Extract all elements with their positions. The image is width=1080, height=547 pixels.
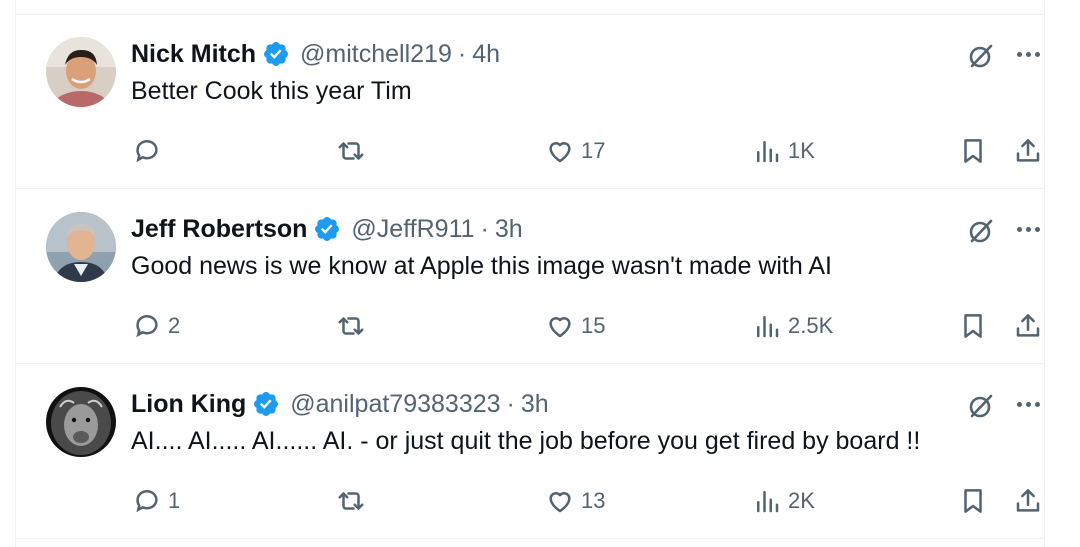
retweet-button[interactable] (336, 483, 366, 519)
like-button[interactable]: 17 (545, 133, 605, 169)
share-icon (1016, 314, 1040, 337)
grok-icon[interactable] (966, 216, 996, 246)
timestamp[interactable]: 3h (495, 215, 523, 244)
separator: · (457, 39, 467, 68)
timestamp[interactable]: 3h (521, 390, 549, 419)
reply-icon (136, 139, 158, 163)
author-name[interactable]: Lion King (131, 390, 246, 419)
grok-icon[interactable] (966, 391, 996, 421)
retweet-icon (338, 142, 364, 160)
view-count: 1K (788, 138, 815, 163)
like-icon (549, 317, 571, 338)
grok-icon[interactable] (966, 41, 996, 71)
more-icon[interactable] (1013, 389, 1043, 419)
share-button[interactable] (1013, 483, 1043, 519)
author-handle[interactable]: @anilpat79383323 (290, 390, 500, 419)
avatar[interactable] (46, 212, 116, 282)
bookmark-icon (964, 314, 982, 338)
views-icon (757, 316, 779, 338)
tweet-text: Better Cook this year Tim (131, 77, 412, 105)
like-button[interactable]: 13 (545, 483, 605, 519)
verified-badge-icon (315, 217, 340, 241)
like-icon (549, 142, 571, 163)
bookmark-button[interactable] (958, 308, 988, 344)
separator: · (506, 389, 515, 418)
retweet-icon (338, 317, 364, 335)
share-icon (1016, 139, 1040, 162)
view-count: 2.5K (788, 313, 834, 338)
share-button[interactable] (1013, 308, 1043, 344)
tweet[interactable]: Nick Mitch @mitchell219 · 4h Better Cook… (16, 15, 1044, 189)
more-icon[interactable] (1013, 214, 1043, 244)
bookmark-button[interactable] (958, 483, 988, 519)
bookmark-button[interactable] (958, 133, 988, 169)
verified-badge-icon (264, 42, 288, 66)
retweet-button[interactable] (336, 133, 366, 169)
tweet-actions: 1 13 2K (16, 483, 1044, 519)
tweet[interactable]: Jeff Robertson @JeffR911 · 3h Good news … (16, 190, 1044, 364)
view-count: 2K (788, 488, 815, 513)
author-handle[interactable]: @mitchell219 (300, 40, 452, 69)
reply-button[interactable]: 1 (132, 483, 180, 519)
like-count: 13 (581, 488, 606, 513)
like-count: 15 (581, 313, 606, 338)
author-name[interactable]: Nick Mitch (131, 40, 256, 69)
verified-badge-icon (254, 392, 279, 416)
reply-button[interactable]: 2 (132, 308, 180, 344)
views-button[interactable]: 2.5K (752, 308, 833, 344)
reply-icon (136, 489, 158, 513)
views-button[interactable]: 2K (752, 483, 815, 519)
author-name[interactable]: Jeff Robertson (131, 215, 307, 244)
tweet-actions: 17 1K (16, 133, 1044, 169)
author-handle[interactable]: @JeffR911 (351, 215, 474, 244)
retweet-button[interactable] (336, 308, 366, 344)
avatar[interactable] (46, 387, 116, 457)
views-icon (757, 491, 779, 513)
tweet-header: Nick Mitch @mitchell219 · 4h (131, 37, 500, 71)
tweet-text: AI.... AI..... AI...... AI. - or just qu… (131, 427, 921, 455)
tweet-feed: Nick Mitch @mitchell219 · 4h Better Cook… (15, 0, 1045, 547)
views-icon (757, 141, 779, 163)
tweet-header: Lion King @anilpat79383323 · 3h (131, 387, 549, 421)
timestamp[interactable]: 4h (472, 40, 500, 69)
reply-count: 2 (168, 313, 181, 338)
like-icon (549, 492, 571, 513)
retweet-icon (338, 492, 364, 510)
reply-count: 1 (168, 488, 181, 513)
more-icon[interactable] (1013, 39, 1043, 69)
share-icon (1016, 489, 1040, 512)
like-button[interactable]: 15 (545, 308, 605, 344)
tweet-text: Good news is we know at Apple this image… (131, 252, 832, 280)
reply-button[interactable] (132, 133, 168, 169)
separator: · (480, 214, 489, 243)
views-button[interactable]: 1K (752, 133, 815, 169)
like-count: 17 (581, 138, 606, 163)
tweet-header: Jeff Robertson @JeffR911 · 3h (131, 212, 523, 246)
reply-icon (136, 314, 158, 338)
share-button[interactable] (1013, 133, 1043, 169)
bookmark-icon (964, 489, 982, 513)
avatar[interactable] (46, 37, 116, 107)
tweet[interactable]: Lion King @anilpat79383323 · 3h AI.... A… (16, 365, 1044, 539)
bookmark-icon (964, 139, 982, 163)
tweet-actions: 2 15 2.5K (16, 308, 1044, 344)
